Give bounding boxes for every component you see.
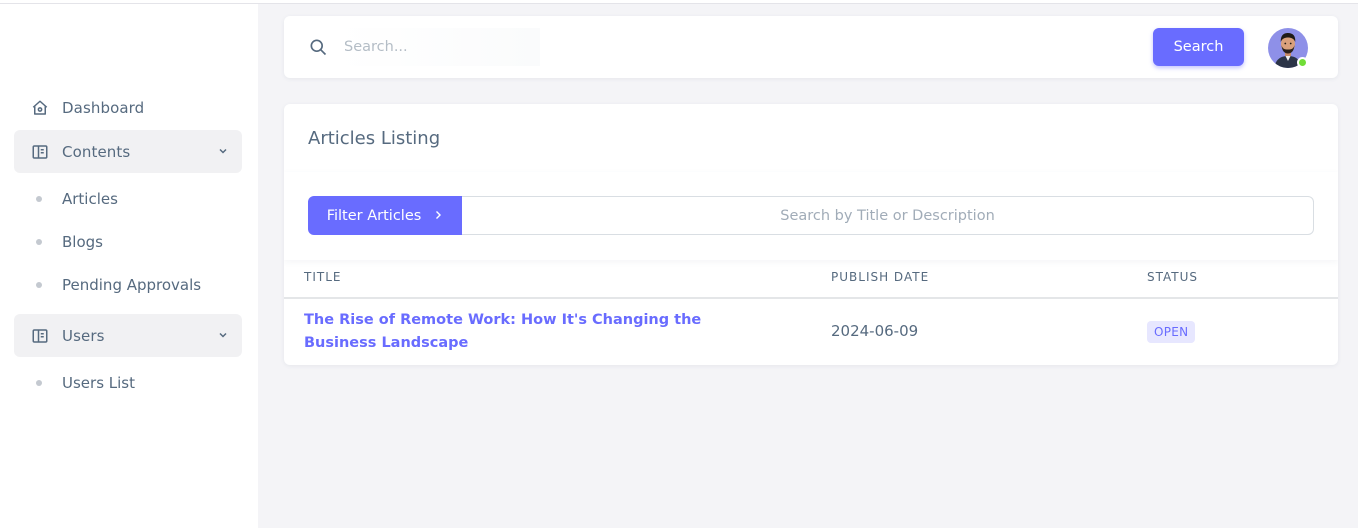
column-header-publish-date[interactable]: PUBLISH DATE: [831, 270, 929, 284]
bullet-dot: [36, 239, 42, 245]
filter-bar: Filter Articles: [284, 172, 1338, 260]
bullet-dot: [36, 380, 42, 386]
sidebar-item-contents[interactable]: Contents: [14, 130, 242, 173]
online-status-dot: [1297, 57, 1308, 68]
sidebar-item-label: Contents: [62, 142, 131, 161]
sidebar: Dashboard Contents Articles Blogs Pendin…: [0, 4, 258, 528]
table-header-divider: [284, 297, 1338, 299]
bullet-dot: [36, 282, 42, 288]
top-navbar: Search: [284, 16, 1338, 78]
chevron-down-icon: [216, 144, 230, 158]
column-header-status[interactable]: STATUS: [1147, 270, 1198, 284]
filter-button-label: Filter Articles: [326, 207, 422, 224]
sidebar-item-users[interactable]: Users: [14, 314, 242, 357]
home-icon: [30, 98, 50, 118]
filter-articles-button[interactable]: Filter Articles: [308, 196, 462, 235]
publish-date-cell: 2024-06-09: [831, 322, 919, 340]
search-input[interactable]: [336, 28, 540, 66]
search-icon: [308, 37, 328, 57]
sidebar-item-label: Users List: [62, 374, 135, 392]
bullet-dot: [36, 196, 42, 202]
sidebar-item-articles[interactable]: Articles: [14, 180, 242, 218]
sidebar-item-users-list[interactable]: Users List: [14, 364, 242, 402]
book-icon: [30, 142, 50, 162]
sidebar-item-dashboard[interactable]: Dashboard: [14, 86, 242, 129]
sidebar-item-label: Users: [62, 326, 105, 345]
sidebar-item-label: Articles: [62, 190, 118, 208]
avatar[interactable]: [1268, 28, 1308, 68]
search-button[interactable]: Search: [1153, 28, 1244, 66]
sidebar-item-label: Pending Approvals: [62, 276, 202, 294]
column-header-title[interactable]: TITLE: [304, 270, 341, 284]
card-title: Articles Listing: [308, 128, 441, 149]
articles-card: Articles Listing Filter Articles TITLE P…: [284, 104, 1338, 365]
article-title-link[interactable]: The Rise of Remote Work: How It's Changi…: [304, 309, 764, 355]
chevron-down-icon: [216, 328, 230, 342]
book-icon: [30, 326, 50, 346]
chevron-right-icon: [433, 208, 443, 224]
sidebar-item-blogs[interactable]: Blogs: [14, 223, 242, 261]
status-badge: OPEN: [1147, 321, 1196, 343]
sidebar-item-label: Dashboard: [62, 98, 145, 117]
app-root: Dashboard Contents Articles Blogs Pendin…: [0, 0, 1358, 528]
sidebar-item-label: Blogs: [62, 233, 103, 251]
filter-search-input[interactable]: [462, 196, 1314, 235]
sidebar-item-pending-approvals[interactable]: Pending Approvals: [14, 266, 242, 304]
